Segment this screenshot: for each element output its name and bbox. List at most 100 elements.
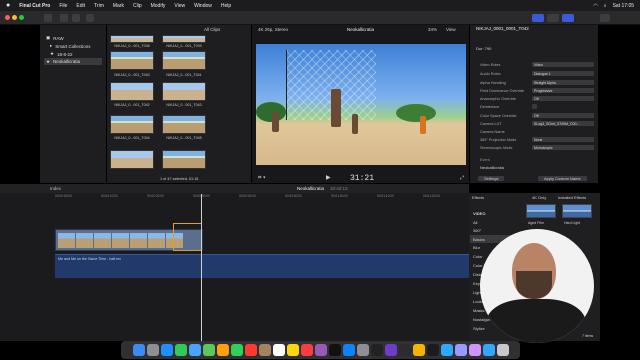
row-value[interactable]: Straight Alpha — [532, 80, 594, 85]
share-button[interactable] — [600, 14, 610, 22]
trash-icon[interactable] — [496, 344, 509, 356]
clip-thumbnail[interactable] — [110, 150, 154, 169]
menu-edit[interactable]: Edit — [76, 3, 85, 9]
event-18-8-22[interactable]: ★ 18-8-22 — [50, 51, 73, 57]
play-button-icon[interactable]: ▶ — [326, 174, 331, 181]
clip-thumbnail[interactable] — [110, 115, 154, 134]
zoom-window-icon[interactable] — [19, 15, 24, 20]
clip-thumbnail[interactable] — [162, 115, 206, 134]
clip-thumbnail[interactable] — [162, 150, 206, 169]
analyze-button[interactable] — [86, 14, 94, 22]
search-icon[interactable]: ⌕ — [604, 3, 607, 9]
clip-thumbnail[interactable] — [110, 82, 154, 101]
photos-icon[interactable] — [216, 344, 229, 356]
tv-icon[interactable] — [328, 344, 341, 356]
contacts-icon[interactable] — [258, 344, 271, 356]
effects-category[interactable]: All — [470, 218, 520, 226]
terminal-icon[interactable] — [426, 344, 439, 356]
clip-thumbnail[interactable] — [110, 51, 154, 70]
event-neokallicratia[interactable]: ★ Neokallicratia — [44, 58, 102, 65]
launchpad-icon[interactable] — [146, 344, 159, 356]
4k-only-filter[interactable]: 4K Only — [532, 195, 546, 200]
clip-thumbnail[interactable] — [162, 82, 206, 101]
maps-icon[interactable] — [202, 344, 215, 356]
fullscreen-icon[interactable]: ⤢ — [460, 175, 464, 181]
podcasts-icon[interactable] — [314, 344, 327, 356]
index-button[interactable]: Index — [50, 186, 61, 191]
menu-file[interactable]: File — [59, 3, 67, 9]
appstore-icon[interactable] — [342, 344, 355, 356]
background-tasks-button[interactable] — [72, 14, 80, 22]
settings-button[interactable]: Settings — [478, 176, 505, 181]
playhead[interactable] — [201, 194, 202, 341]
effect-thumbnail[interactable] — [526, 204, 556, 218]
premiere-icon[interactable] — [454, 344, 467, 356]
viewer-zoom[interactable]: 34% — [428, 27, 437, 32]
menu-trim[interactable]: Trim — [94, 3, 104, 9]
smart-collections[interactable]: ▸ Smart Collections — [50, 43, 91, 49]
row-value[interactable]: None — [532, 137, 594, 142]
effect-thumbnail[interactable] — [562, 204, 592, 218]
selected-clip-outline[interactable] — [173, 223, 202, 251]
calendar-icon[interactable] — [244, 344, 257, 356]
finalcut-icon[interactable] — [370, 344, 383, 356]
settings-icon[interactable] — [356, 344, 369, 356]
compressor-icon[interactable] — [398, 344, 411, 356]
close-window-icon[interactable] — [5, 15, 10, 20]
row-value[interactable]: Dialogue 1 — [532, 71, 594, 76]
timeline-toggle-button[interactable] — [547, 14, 559, 22]
row-value[interactable]: Off — [532, 96, 594, 101]
deinterlace-checkbox[interactable] — [532, 104, 537, 109]
timeline-ruler[interactable]: 00:00:00:00 00:00:10:00 00:00:20:00 00:0… — [55, 194, 469, 201]
inspector-row[interactable]: Stereoscopic Mode Monoscopic — [476, 144, 594, 151]
audio-clip[interactable]: Me and Me on the Same Time - half.mx — [55, 254, 469, 278]
music-icon[interactable] — [300, 344, 313, 356]
minimize-window-icon[interactable] — [12, 15, 17, 20]
row-value[interactable]: Progressive — [532, 88, 594, 93]
inspector-row[interactable]: Deinterlace — [476, 103, 594, 110]
inspector-row[interactable]: Color Space Override Off — [476, 112, 594, 119]
row-value[interactable]: Off — [532, 113, 594, 118]
viewer-timecode[interactable]: 31:21 — [350, 174, 374, 183]
clip-thumbnail[interactable] — [162, 51, 206, 70]
inspector-row[interactable]: Camera LUT SLog3_SGmt_S709M_C00... — [476, 120, 594, 127]
messages-icon[interactable] — [174, 344, 187, 356]
library-raw[interactable]: ▣ RAW — [46, 35, 64, 41]
clip-thumbnail[interactable] — [162, 35, 206, 43]
aftereffects-icon[interactable] — [468, 344, 481, 356]
libraries-toggle-button[interactable] — [532, 14, 544, 22]
inspector-row[interactable]: Alpha Handling Straight Alpha — [476, 79, 594, 86]
clip-thumbnail[interactable] — [110, 35, 154, 43]
viewer-frame[interactable] — [256, 44, 466, 165]
apply-custom-name-button[interactable]: Apply Custom Name — [538, 176, 587, 181]
row-value[interactable]: SLog3_SGmt_S709M_C00... — [532, 121, 594, 126]
installed-effects-menu[interactable]: Installed Effects — [558, 195, 586, 200]
keywords-button[interactable] — [60, 14, 68, 22]
row-value[interactable]: Monoscopic — [532, 145, 594, 150]
motion-icon[interactable] — [384, 344, 397, 356]
finder-icon[interactable] — [132, 344, 145, 356]
row-value[interactable]: Video — [532, 62, 594, 67]
mail-icon[interactable] — [188, 344, 201, 356]
menu-modify[interactable]: Modify — [151, 3, 166, 9]
viewer-view-menu[interactable]: View — [446, 27, 456, 32]
chrome-icon[interactable] — [412, 344, 425, 356]
reminders-icon[interactable] — [272, 344, 285, 356]
app-name-menu[interactable]: Final Cut Pro — [19, 3, 50, 9]
apple-icon[interactable]: ● — [6, 2, 10, 9]
inspector-row[interactable]: Audio Roles Dialogue 1 — [476, 70, 594, 77]
event-value[interactable]: Neokallicratia — [480, 165, 504, 170]
menu-window[interactable]: Window — [194, 3, 212, 9]
wifi-icon[interactable]: ◠ — [593, 3, 597, 9]
lightroom-icon[interactable] — [482, 344, 495, 356]
menu-clip[interactable]: Clip — [133, 3, 142, 9]
safari-icon[interactable] — [160, 344, 173, 356]
inspector-row[interactable]: Video Roles Video — [476, 61, 594, 68]
clock[interactable]: Sat 17:05 — [613, 3, 634, 9]
inspector-toggle-button[interactable] — [562, 14, 574, 22]
inspector-row[interactable]: Anamorphic Override Off — [476, 95, 594, 102]
menu-help[interactable]: Help — [221, 3, 231, 9]
notes-icon[interactable] — [286, 344, 299, 356]
import-button[interactable] — [44, 14, 52, 22]
menu-view[interactable]: View — [174, 3, 185, 9]
